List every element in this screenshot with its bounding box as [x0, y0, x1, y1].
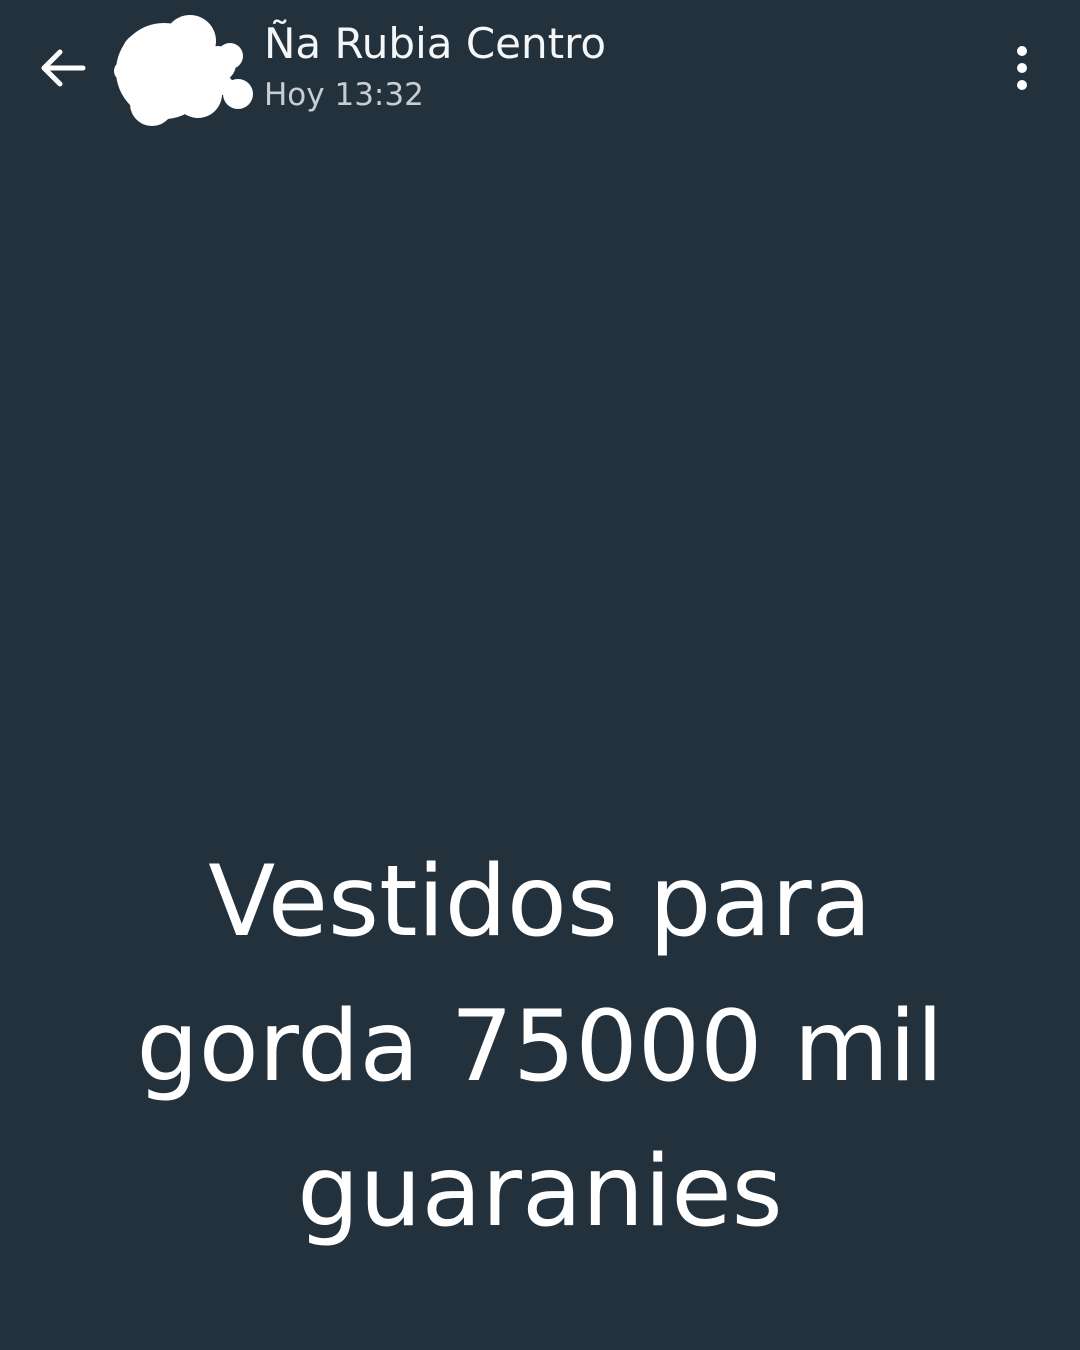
- arrow-left-icon: [41, 49, 86, 87]
- status-text-line: Vestidos para: [208, 845, 872, 959]
- more-options-button[interactable]: [996, 36, 1048, 100]
- avatar[interactable]: [112, 10, 262, 135]
- status-text-line: guaranies: [297, 1135, 783, 1249]
- contact-name: Ña Rubia Centro: [264, 19, 607, 68]
- contact-info[interactable]: Ña Rubia Centro Hoy 13:32: [264, 18, 606, 116]
- back-button[interactable]: [28, 34, 96, 102]
- status-viewer-header: Ña Rubia Centro Hoy 13:32: [0, 0, 1080, 140]
- status-timestamp: Hoy 13:32: [264, 77, 424, 113]
- status-text-line: gorda 75000 mil: [136, 990, 944, 1104]
- more-vertical-icon: [1017, 46, 1027, 90]
- status-text: Vestidos para gorda 75000 mil guaranies: [40, 830, 1040, 1265]
